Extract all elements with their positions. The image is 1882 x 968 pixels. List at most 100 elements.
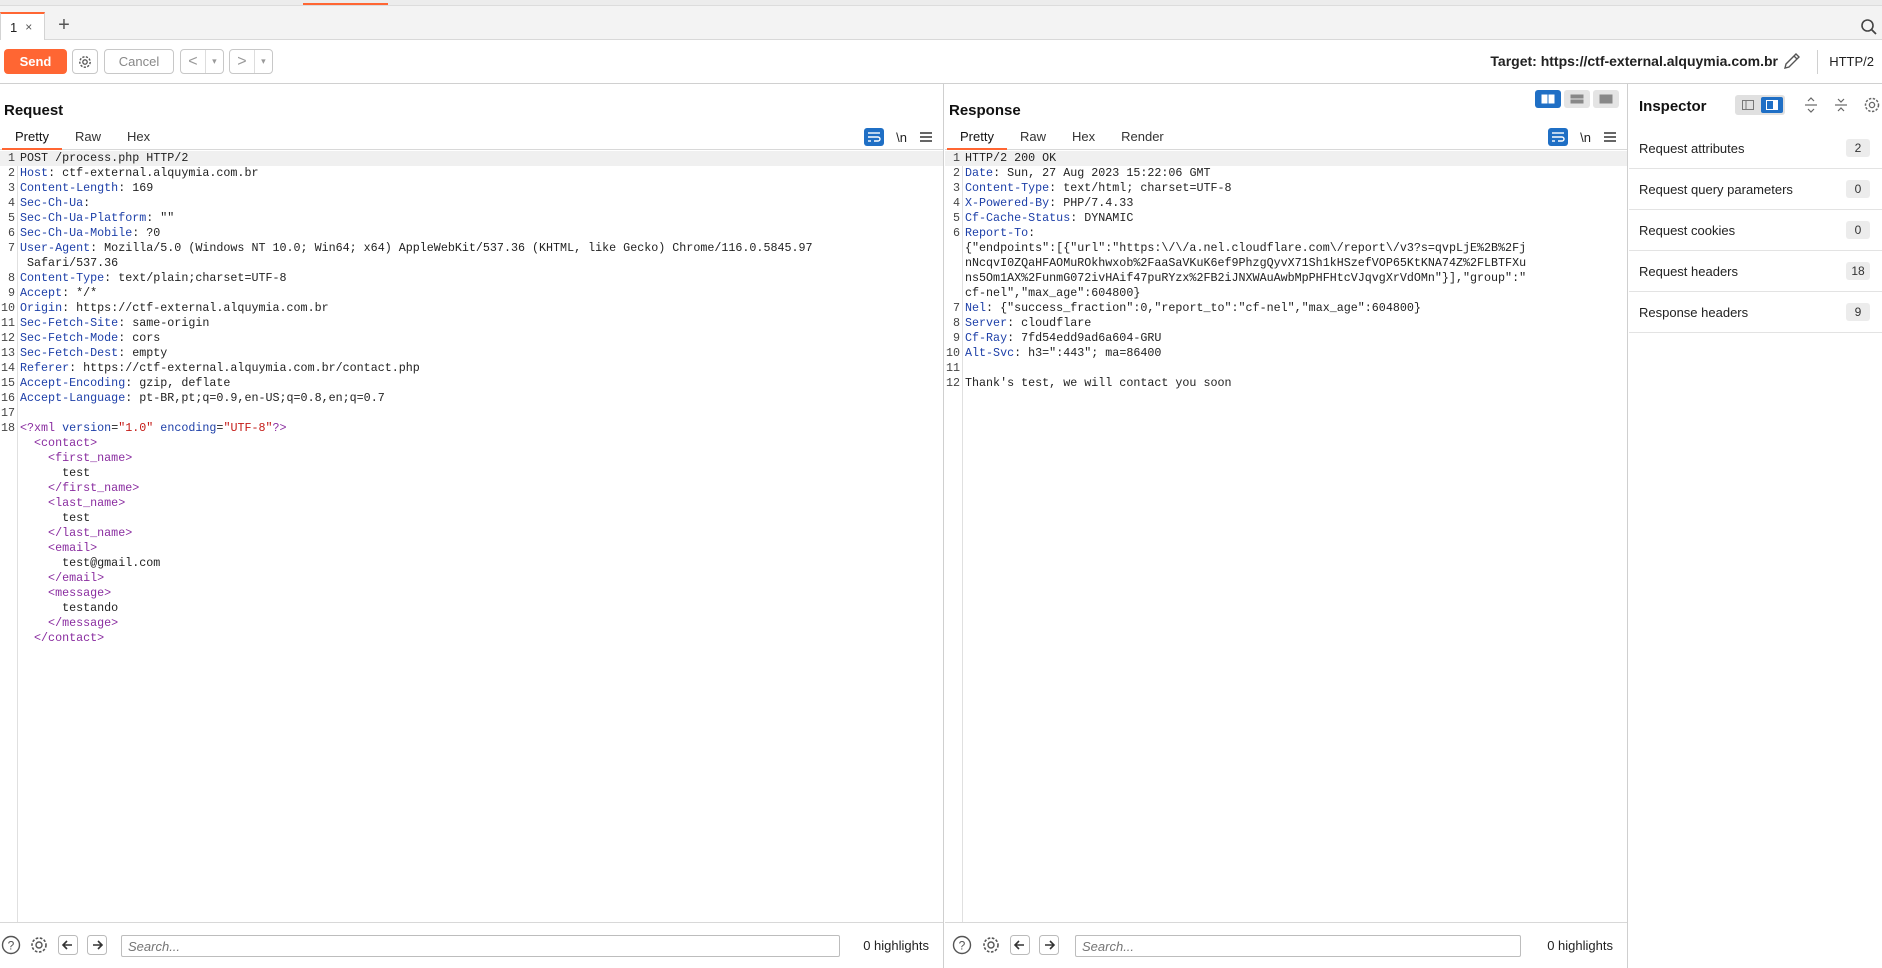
code-line[interactable]: 10 Alt-Svc: h3=":443"; ma=86400 [945, 346, 1627, 361]
code-line[interactable]: 9 Cf-Ray: 7fd54edd9ad6a604-GRU [945, 331, 1627, 346]
next-match-arrow-icon[interactable] [87, 935, 107, 955]
request-tab-hex[interactable]: Hex [114, 126, 163, 150]
expand-all-icon[interactable] [1803, 97, 1819, 113]
code-line[interactable]: 7 User-Agent: Mozilla/5.0 (Windows NT 10.… [0, 241, 943, 256]
code-line[interactable]: testando [0, 601, 943, 616]
code-line[interactable]: </email> [0, 571, 943, 586]
code-line[interactable]: 7 Nel: {"success_fraction":0,"report_to":… [945, 301, 1627, 316]
code-line[interactable]: <email> [0, 541, 943, 556]
back-dropdown-icon[interactable]: ▾ [206, 56, 223, 67]
code-line[interactable]: 4 X-Powered-By: PHP/7.4.33 [945, 196, 1627, 211]
response-code-lines[interactable]: 1 HTTP/2 200 OK 2 Date: Sun, 27 Aug 2023 15… [945, 151, 1627, 391]
previous-match-arrow-icon[interactable] [58, 935, 78, 955]
inspector-row-request-headers[interactable]: Request headers 18 [1629, 251, 1882, 292]
inspector-list-view-icon[interactable] [1737, 97, 1759, 113]
code-line[interactable]: Safari/537.36 [0, 256, 943, 271]
add-tab-button[interactable]: + [54, 14, 74, 38]
code-line[interactable]: 8 Content-Type: text/plain;charset=UTF-8 [0, 271, 943, 286]
response-editor[interactable]: 1 HTTP/2 200 OK 2 Date: Sun, 27 Aug 2023 15… [945, 151, 1627, 922]
code-line[interactable]: 2 Date: Sun, 27 Aug 2023 15:22:06 GMT [945, 166, 1627, 181]
inspector-row-request-query-parameters[interactable]: Request query parameters 0 [1629, 169, 1882, 210]
menu-icon[interactable] [1603, 130, 1617, 144]
code-line[interactable]: </contact> [0, 631, 943, 646]
code-line[interactable]: <contact> [0, 436, 943, 451]
code-line[interactable]: 17 [0, 406, 943, 421]
code-line[interactable]: </last_name> [0, 526, 943, 541]
inspector-panel-view-icon[interactable] [1761, 97, 1783, 113]
search-settings-gear-icon[interactable] [29, 935, 49, 955]
layout-tabs-icon[interactable] [1593, 90, 1619, 108]
help-icon[interactable]: ? [952, 935, 972, 955]
code-line[interactable]: 2 Host: ctf-external.alquymia.com.br [0, 166, 943, 181]
pencil-icon[interactable] [1782, 51, 1802, 71]
code-line[interactable]: 6 Report-To: [945, 226, 1627, 241]
request-tab-1[interactable]: 1 × [0, 12, 45, 40]
request-search-input[interactable] [121, 935, 840, 957]
word-wrap-icon[interactable] [1548, 128, 1569, 146]
code-line[interactable]: {"endpoints":[{"url":"https:\/\/a.nel.cl… [945, 241, 1627, 256]
response-tab-hex[interactable]: Hex [1059, 126, 1108, 150]
code-line[interactable]: 8 Server: cloudflare [945, 316, 1627, 331]
code-line[interactable]: ns5Om1AX%2FunmG072ivHAif47puRYzx%2FB2iJN… [945, 271, 1627, 286]
request-code-lines[interactable]: 1 POST /process.php HTTP/2 2 Host: ctf-exte… [0, 151, 943, 646]
http-version-button[interactable]: HTTP/2 [1829, 54, 1874, 69]
code-line[interactable]: 5 Sec-Ch-Ua-Platform: "" [0, 211, 943, 226]
code-line[interactable]: nNcqvI0ZQaHFAOMuROkhwxob%2FaaSaVKuK6ef9P… [945, 256, 1627, 271]
search-settings-gear-icon[interactable] [981, 935, 1001, 955]
code-line[interactable]: 14 Referer: https://ctf-external.alquymia… [0, 361, 943, 376]
code-line[interactable]: </message> [0, 616, 943, 631]
inspector-row-response-headers[interactable]: Response headers 9 [1629, 292, 1882, 333]
back-icon[interactable]: < [181, 50, 206, 73]
send-button[interactable]: Send [4, 49, 67, 74]
inspector-row-request-attributes[interactable]: Request attributes 2 [1629, 128, 1882, 169]
help-icon[interactable]: ? [1, 935, 21, 955]
code-line[interactable]: 3 Content-Length: 169 [0, 181, 943, 196]
forward-dropdown-icon[interactable]: ▾ [255, 56, 272, 67]
layout-side-by-side-icon[interactable] [1535, 90, 1561, 108]
code-line[interactable]: 12 Thank's test, we will contact you soon [945, 376, 1627, 391]
code-line[interactable]: test@gmail.com [0, 556, 943, 571]
response-tab-pretty[interactable]: Pretty [947, 126, 1007, 150]
forward-button-group[interactable]: > ▾ [229, 49, 273, 74]
inspector-settings-gear-icon[interactable] [1863, 96, 1881, 114]
code-line[interactable]: 1 POST /process.php HTTP/2 [0, 151, 943, 166]
code-line[interactable]: 10 Origin: https://ctf-external.alquymia.… [0, 301, 943, 316]
cancel-button[interactable]: Cancel [104, 49, 174, 74]
code-line[interactable]: 11 Sec-Fetch-Site: same-origin [0, 316, 943, 331]
close-tab-icon[interactable]: × [25, 20, 32, 34]
response-tab-render[interactable]: Render [1108, 126, 1177, 150]
code-line[interactable]: test [0, 466, 943, 481]
code-line[interactable]: <last_name> [0, 496, 943, 511]
code-line[interactable]: 5 Cf-Cache-Status: DYNAMIC [945, 211, 1627, 226]
settings-button[interactable] [72, 49, 98, 74]
request-editor[interactable]: 1 POST /process.php HTTP/2 2 Host: ctf-exte… [0, 151, 943, 922]
code-line[interactable]: cf-nel","max_age":604800} [945, 286, 1627, 301]
show-newlines-button[interactable]: \n [896, 130, 907, 145]
code-line[interactable]: 9 Accept: */* [0, 286, 943, 301]
code-line[interactable]: 11 [945, 361, 1627, 376]
code-line[interactable]: 1 HTTP/2 200 OK [945, 151, 1627, 166]
code-line[interactable]: 16 Accept-Language: pt-BR,pt;q=0.9,en-US;… [0, 391, 943, 406]
code-line[interactable]: 12 Sec-Fetch-Mode: cors [0, 331, 943, 346]
inspector-row-request-cookies[interactable]: Request cookies 0 [1629, 210, 1882, 251]
word-wrap-icon[interactable] [864, 128, 885, 146]
collapse-all-icon[interactable] [1833, 97, 1849, 113]
response-search-input[interactable] [1075, 935, 1521, 957]
layout-top-bottom-icon[interactable] [1564, 90, 1590, 108]
forward-icon[interactable]: > [230, 50, 255, 73]
back-button-group[interactable]: < ▾ [180, 49, 224, 74]
search-icon[interactable] [1860, 18, 1878, 36]
code-line[interactable]: 18 <?xml version="1.0" encoding="UTF-8"?> [0, 421, 943, 436]
code-line[interactable]: <first_name> [0, 451, 943, 466]
next-match-arrow-icon[interactable] [1039, 935, 1059, 955]
code-line[interactable]: 6 Sec-Ch-Ua-Mobile: ?0 [0, 226, 943, 241]
code-line[interactable]: test [0, 511, 943, 526]
show-newlines-button[interactable]: \n [1580, 130, 1591, 145]
menu-icon[interactable] [919, 130, 933, 144]
code-line[interactable]: 13 Sec-Fetch-Dest: empty [0, 346, 943, 361]
request-tab-raw[interactable]: Raw [62, 126, 114, 150]
code-line[interactable]: 4 Sec-Ch-Ua: [0, 196, 943, 211]
code-line[interactable]: <message> [0, 586, 943, 601]
code-line[interactable]: 3 Content-Type: text/html; charset=UTF-8 [945, 181, 1627, 196]
previous-match-arrow-icon[interactable] [1010, 935, 1030, 955]
